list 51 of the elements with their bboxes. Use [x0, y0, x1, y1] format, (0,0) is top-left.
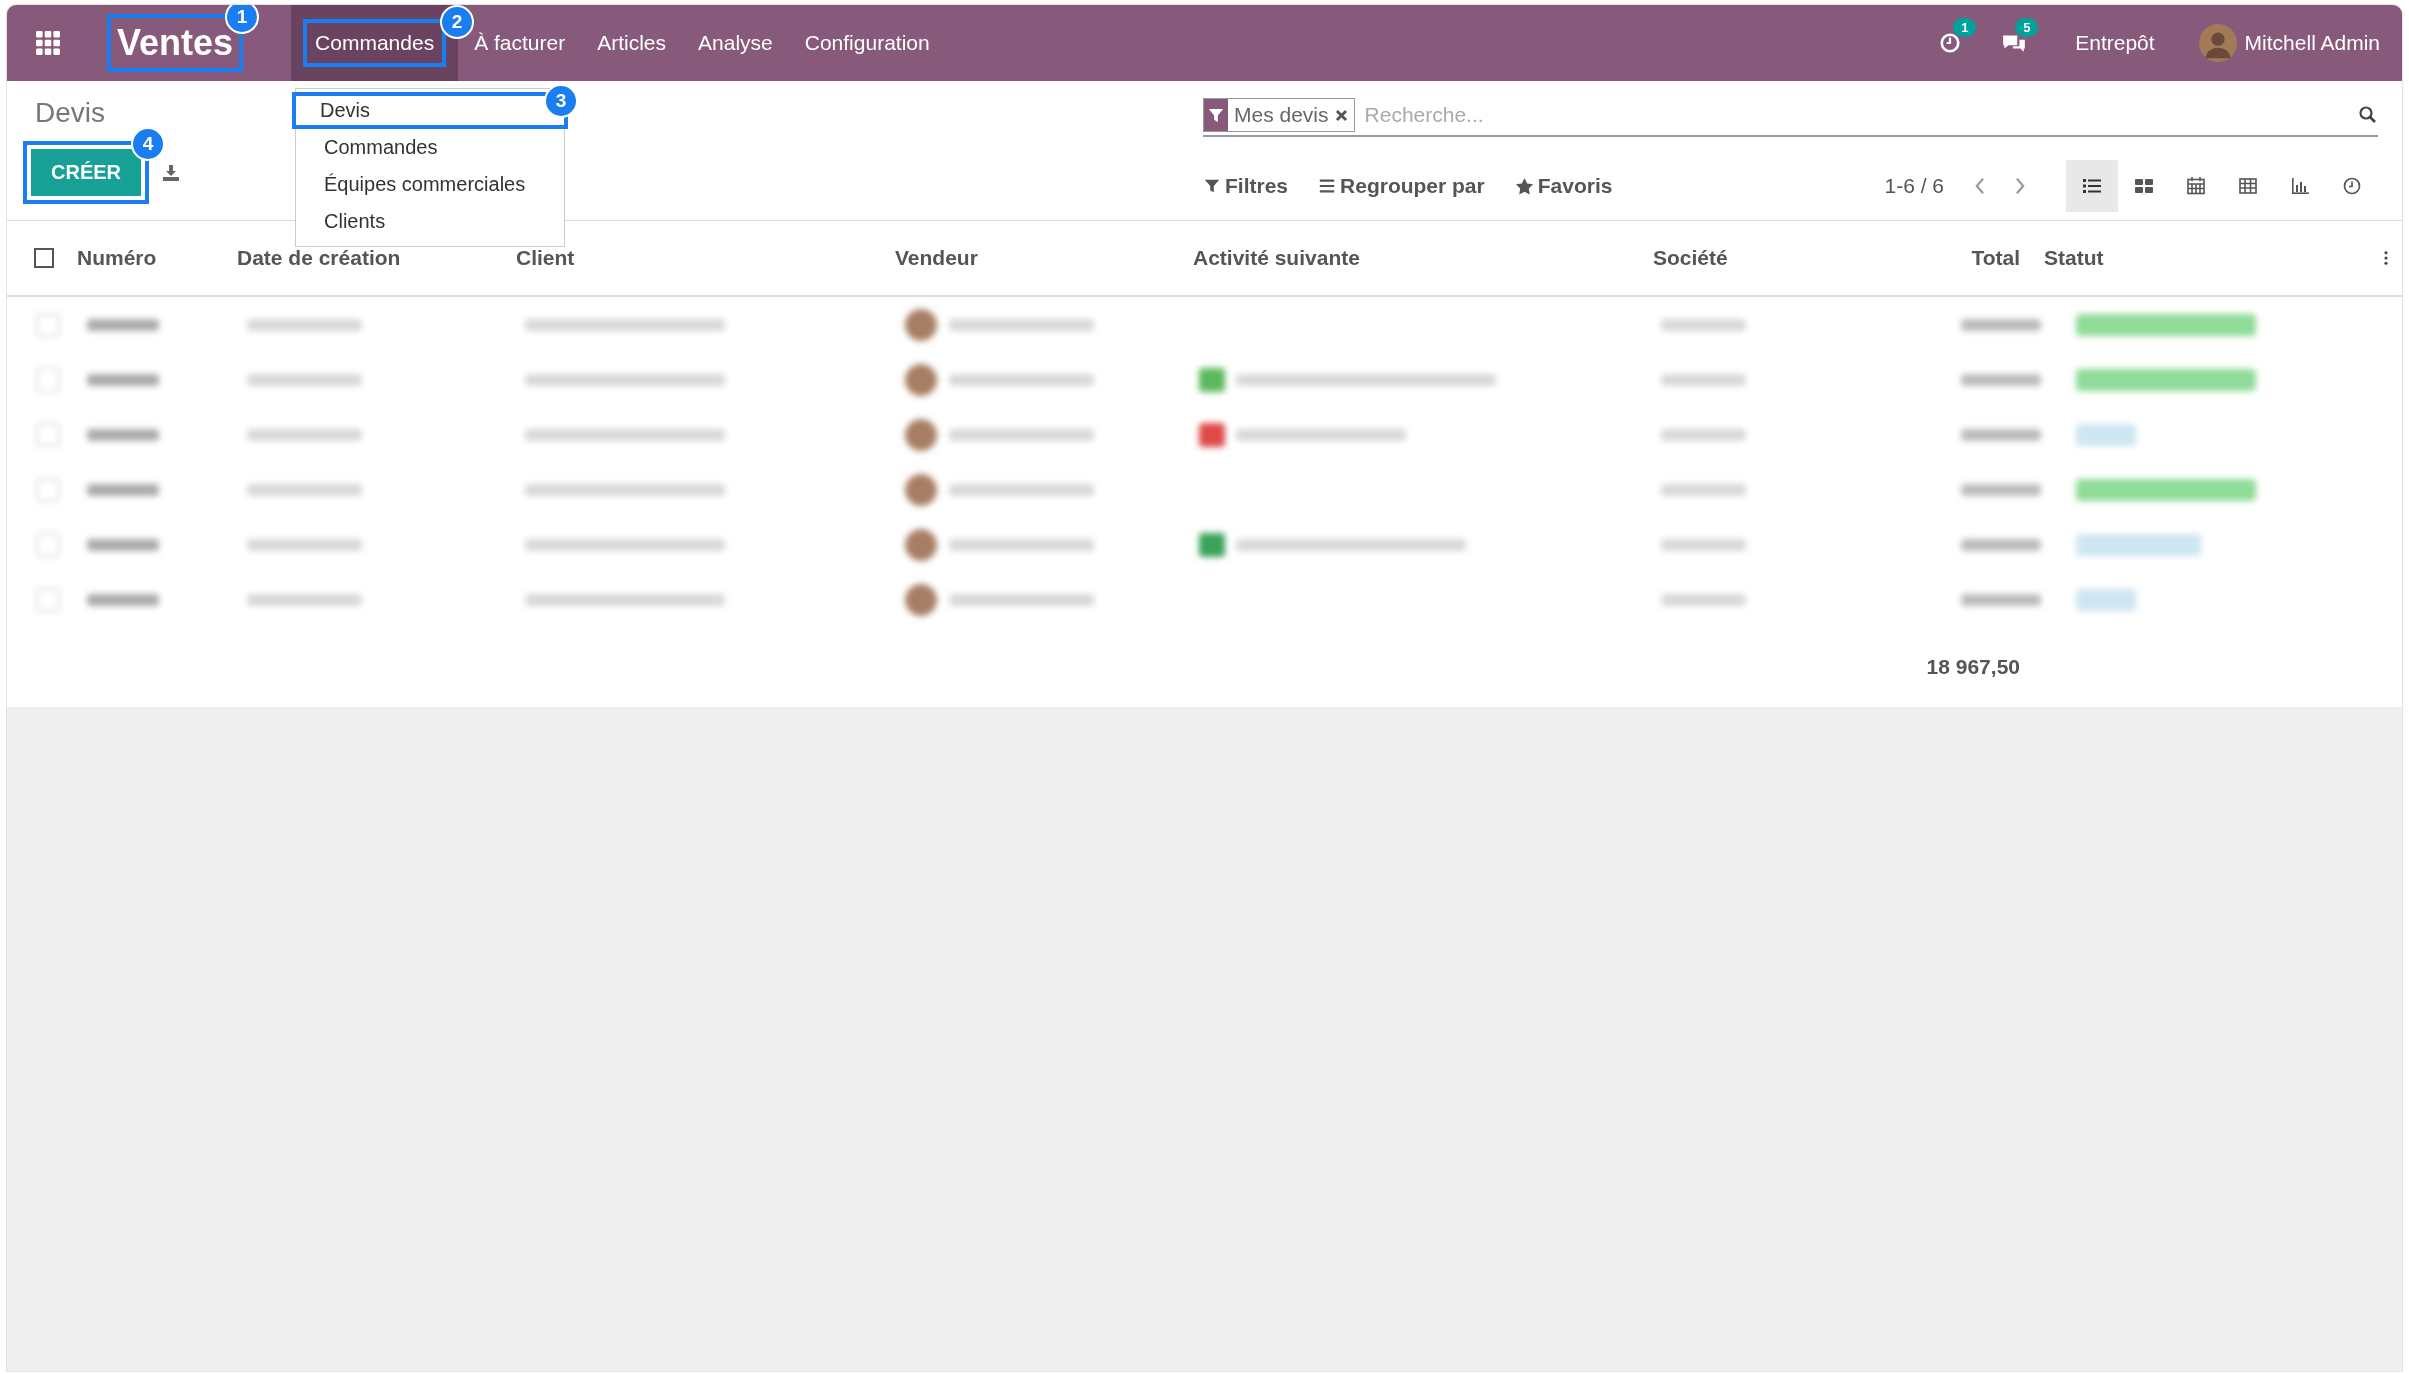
filter-facet[interactable]: Mes devis: [1203, 98, 1355, 132]
pager-value[interactable]: 1-6 / 6: [1884, 174, 1944, 198]
page-title: Devis: [35, 97, 105, 129]
company-switcher[interactable]: Entrepôt: [2075, 31, 2155, 55]
menu-tab[interactable]: Commandes: [307, 23, 443, 63]
column-header[interactable]: Statut: [2044, 246, 2344, 270]
menu-tab[interactable]: Articles: [581, 5, 683, 81]
callout-badge: 1: [225, 5, 260, 34]
user-name[interactable]: Mitchell Admin: [2244, 31, 2380, 55]
total-amount: 18 967,50: [1925, 655, 2021, 679]
close-icon[interactable]: [1334, 108, 1348, 122]
callout-badge: 4: [131, 127, 165, 161]
menu-tab[interactable]: Analyse: [682, 5, 789, 81]
list-icon: [2082, 176, 2102, 196]
dropdown-item[interactable]: Équipes commerciales: [296, 166, 564, 203]
dropdown-item[interactable]: Commandes: [296, 129, 564, 166]
download-icon[interactable]: [161, 162, 181, 183]
clock-icon: [2342, 176, 2362, 196]
grid-icon: [2134, 176, 2154, 196]
column-header[interactable]: Date de création: [237, 246, 516, 270]
filter-icon: [1203, 177, 1221, 195]
callout-badge: 2: [440, 5, 475, 39]
apps-menu-icon[interactable]: [35, 30, 61, 56]
message-count-badge: 5: [2015, 18, 2039, 37]
search-option-button[interactable]: Filtres: [1203, 174, 1289, 198]
column-header[interactable]: Total: [1857, 246, 2044, 270]
menu-tab[interactable]: Configuration: [788, 5, 946, 81]
search-field[interactable]: Mes devis Recherche...: [1203, 95, 2378, 137]
more-options-icon[interactable]: [2384, 251, 2388, 265]
clock-icon[interactable]: [1939, 32, 1962, 54]
dropdown-item[interactable]: Devis: [296, 96, 394, 125]
menu-icon: [1318, 177, 1337, 195]
search-option-button[interactable]: Favoris: [1514, 174, 1613, 198]
bar-chart-icon: [2290, 176, 2310, 196]
table-icon: [2238, 176, 2258, 196]
column-header[interactable]: Vendeur: [895, 246, 1193, 270]
activity-count-badge: 1: [1953, 18, 1977, 37]
select-all-checkbox[interactable]: [34, 248, 54, 268]
column-header[interactable]: Société: [1653, 246, 1857, 270]
list-view-button[interactable]: [2066, 160, 2118, 212]
column-header[interactable]: Client: [516, 246, 895, 270]
column-header[interactable]: Activité suivante: [1193, 246, 1653, 270]
chat-icon[interactable]: [2001, 32, 2028, 54]
star-icon: [1514, 176, 1534, 196]
search-option-button[interactable]: Regrouper par: [1318, 174, 1485, 198]
filter-icon: [1204, 99, 1228, 131]
calendar-icon: [2186, 176, 2206, 196]
search-icon[interactable]: [2358, 105, 2378, 125]
column-header[interactable]: Numéro: [77, 246, 237, 270]
callout-badge: 3: [544, 84, 578, 118]
dropdown-item[interactable]: Clients: [296, 203, 564, 240]
